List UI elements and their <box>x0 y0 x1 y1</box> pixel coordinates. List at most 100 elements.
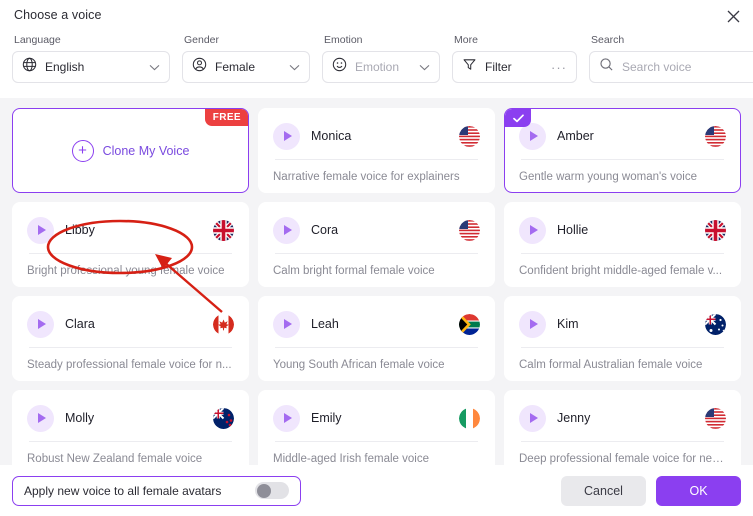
voice-card[interactable]: Emily Middle-aged Irish female voice <box>258 390 495 465</box>
choose-voice-dialog: Choose a voice Language English Gender F… <box>0 0 753 516</box>
voice-card-header: Hollie <box>519 215 726 245</box>
more-label: More <box>454 34 478 46</box>
voice-description: Bright professional young female voice <box>27 265 225 277</box>
voice-card-header: Monica <box>273 121 480 151</box>
voice-card[interactable]: Amber Gentle warm young woman's voice <box>504 108 741 193</box>
voice-name: Clara <box>65 317 95 331</box>
flag-icon-au <box>705 313 726 335</box>
voice-name: Kim <box>557 317 579 331</box>
flag-icon-us <box>459 125 480 147</box>
play-button[interactable] <box>27 216 54 244</box>
card-divider <box>275 441 478 442</box>
voice-card[interactable]: Clara Steady professional female voice fo… <box>12 296 249 381</box>
overflow-icon[interactable]: ··· <box>551 61 567 74</box>
clone-my-voice-label: Clone My Voice <box>102 143 190 158</box>
voice-description: Steady professional female voice for n..… <box>27 359 232 371</box>
search-icon <box>599 57 614 77</box>
filter-button[interactable]: Filter ··· <box>452 51 577 83</box>
voice-card-header: Cora <box>273 215 480 245</box>
voice-card[interactable]: Jenny Deep professional female voice for … <box>504 390 741 465</box>
dialog-footer: Apply new voice to all female avatars Ca… <box>0 465 753 516</box>
play-button[interactable] <box>519 404 546 432</box>
filter-bar: Language English Gender Female Emotion E… <box>0 30 753 98</box>
voice-card[interactable]: Hollie Confident bright middle-aged femal… <box>504 202 741 287</box>
voice-name: Amber <box>557 129 594 143</box>
voice-description: Confident bright middle-aged female v... <box>519 265 723 277</box>
chevron-down-icon <box>149 58 160 76</box>
apply-all-toggle[interactable]: Apply new voice to all female avatars <box>12 475 302 506</box>
play-button[interactable] <box>27 404 54 432</box>
globe-icon <box>22 57 37 77</box>
flag-icon-za <box>459 313 480 335</box>
voice-description: Gentle warm young woman's voice <box>519 171 697 183</box>
voice-name: Cora <box>311 223 339 237</box>
emotion-select[interactable]: Emotion <box>322 51 440 83</box>
play-icon <box>284 413 292 423</box>
play-icon <box>284 131 292 141</box>
flag-icon-us <box>705 125 726 147</box>
chevron-down-icon <box>289 58 300 76</box>
voice-description: Deep professional female voice for news <box>519 453 726 465</box>
toggle-switch[interactable] <box>255 482 290 499</box>
voice-card[interactable]: Molly Robust New Zealand female voice <box>12 390 249 465</box>
toggle-knob <box>256 483 271 498</box>
play-icon <box>38 413 46 423</box>
voice-name: Libby <box>65 223 95 237</box>
card-divider <box>29 347 232 348</box>
close-icon[interactable] <box>723 6 743 26</box>
flag-icon-us <box>459 219 480 241</box>
voice-description: Middle-aged Irish female voice <box>273 453 429 465</box>
chevron-down-icon <box>419 58 430 76</box>
voice-card[interactable]: Leah Young South African female voice <box>258 296 495 381</box>
play-button[interactable] <box>273 122 300 150</box>
card-divider <box>29 253 232 254</box>
play-icon <box>284 319 292 329</box>
cancel-button[interactable]: Cancel <box>561 475 646 506</box>
voice-name: Monica <box>311 129 352 143</box>
search-box[interactable] <box>589 51 753 83</box>
card-divider <box>521 441 724 442</box>
play-button[interactable] <box>273 216 300 244</box>
language-label: Language <box>14 34 61 46</box>
voice-card-header: Kim <box>519 309 726 339</box>
voice-card[interactable]: Cora Calm bright formal female voice <box>258 202 495 287</box>
voice-name: Jenny <box>557 411 591 425</box>
flag-icon-gb <box>705 219 726 241</box>
gender-select[interactable]: Female <box>182 51 310 83</box>
voice-card[interactable]: Monica Narrative female voice for explain… <box>258 108 495 193</box>
voice-card[interactable]: Libby Bright professional young female vo… <box>12 202 249 287</box>
ok-button[interactable]: OK <box>656 475 741 506</box>
search-input[interactable] <box>622 60 753 74</box>
emotion-value: Emotion <box>355 60 400 74</box>
voice-name: Molly <box>65 411 95 425</box>
gender-label: Gender <box>184 34 220 46</box>
card-divider <box>275 159 478 160</box>
funnel-icon <box>462 57 477 77</box>
more-filter-group: More Filter ··· <box>452 34 577 83</box>
play-button[interactable] <box>27 310 54 338</box>
voice-name: Hollie <box>557 223 589 237</box>
emotion-label: Emotion <box>324 34 363 46</box>
voice-card-header: Libby <box>27 215 234 245</box>
dialog-header: Choose a voice <box>0 0 753 30</box>
voice-description: Calm formal Australian female voice <box>519 359 703 371</box>
language-select[interactable]: English <box>12 51 170 83</box>
play-button[interactable] <box>273 310 300 338</box>
footer-actions: Cancel OK <box>561 475 741 506</box>
play-button[interactable] <box>519 310 546 338</box>
card-divider <box>29 441 232 442</box>
card-divider <box>275 347 478 348</box>
play-button[interactable] <box>273 404 300 432</box>
flag-icon-ca <box>213 313 234 335</box>
play-button[interactable] <box>519 216 546 244</box>
emotion-filter-group: Emotion Emotion <box>322 34 440 83</box>
voice-card-header: Jenny <box>519 403 726 433</box>
clone-my-voice-card[interactable]: + Clone My Voice FREE <box>12 108 249 193</box>
clone-inner: + Clone My Voice <box>71 139 190 162</box>
play-icon <box>530 319 538 329</box>
gender-filter-group: Gender Female <box>182 34 310 83</box>
voice-card[interactable]: Kim Calm formal Australian female voice <box>504 296 741 381</box>
voice-card-header: Molly <box>27 403 234 433</box>
play-icon <box>530 131 538 141</box>
language-value: English <box>45 60 85 74</box>
